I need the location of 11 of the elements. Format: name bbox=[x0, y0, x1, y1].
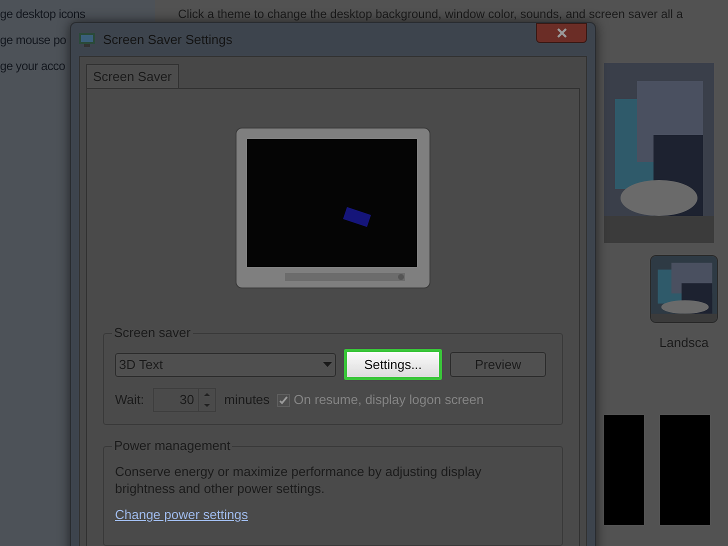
monitor-icon bbox=[79, 32, 95, 46]
theme-thumbnail[interactable] bbox=[660, 414, 710, 524]
dropdown-caret-icon bbox=[323, 362, 332, 367]
theme-thumbnail[interactable] bbox=[604, 414, 644, 524]
window-title: Screen Saver Settings bbox=[103, 30, 232, 49]
logon-checkbox-label: On resume, display logon screen bbox=[294, 391, 484, 410]
close-button[interactable] bbox=[536, 23, 587, 43]
settings-button[interactable]: Settings... bbox=[344, 349, 442, 380]
sidebar-link[interactable]: ge desktop icons bbox=[0, 6, 155, 23]
close-icon bbox=[556, 28, 566, 38]
power-settings-link[interactable]: Change power settings bbox=[115, 505, 248, 524]
